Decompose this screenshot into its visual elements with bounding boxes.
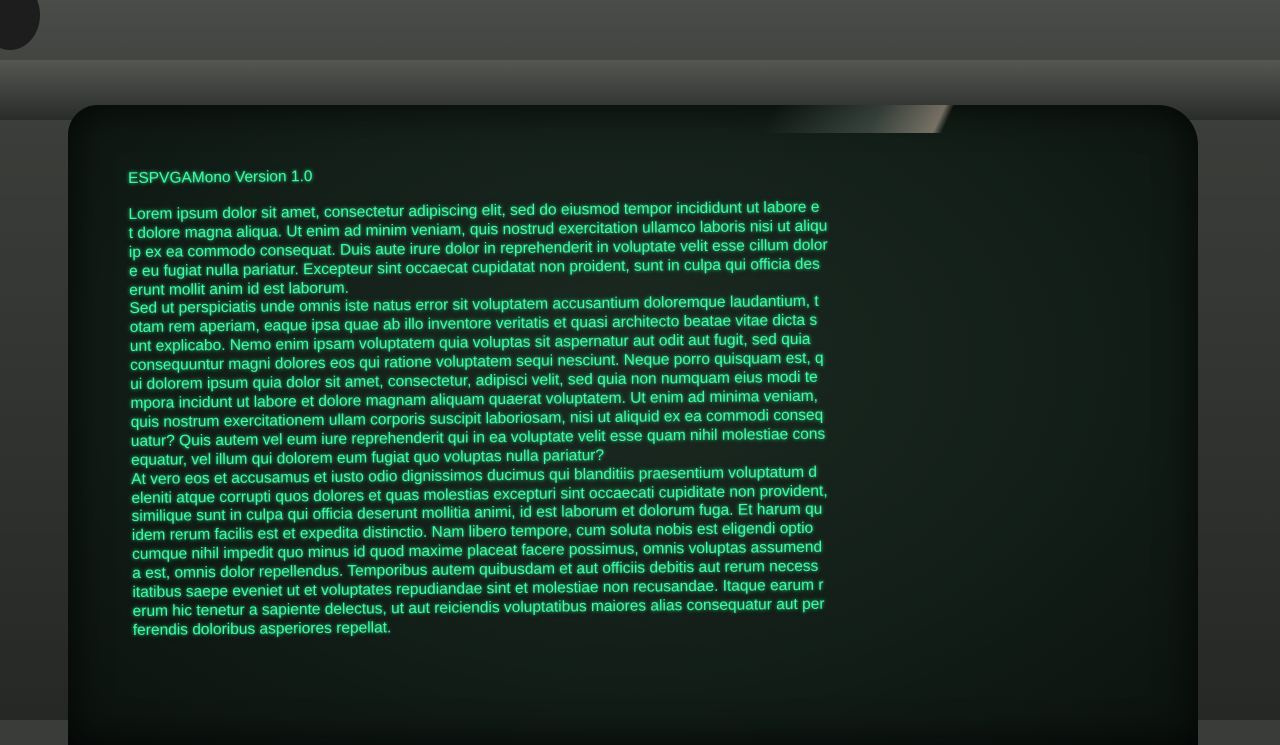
crt-screen: ESPVGAMono Version 1.0 Lorem ipsum dolor…	[68, 105, 1198, 745]
screen-glare	[761, 105, 955, 133]
terminal-title: ESPVGAMono Version 1.0	[128, 168, 313, 187]
terminal-output: ESPVGAMono Version 1.0 Lorem ipsum dolor…	[128, 160, 1108, 641]
